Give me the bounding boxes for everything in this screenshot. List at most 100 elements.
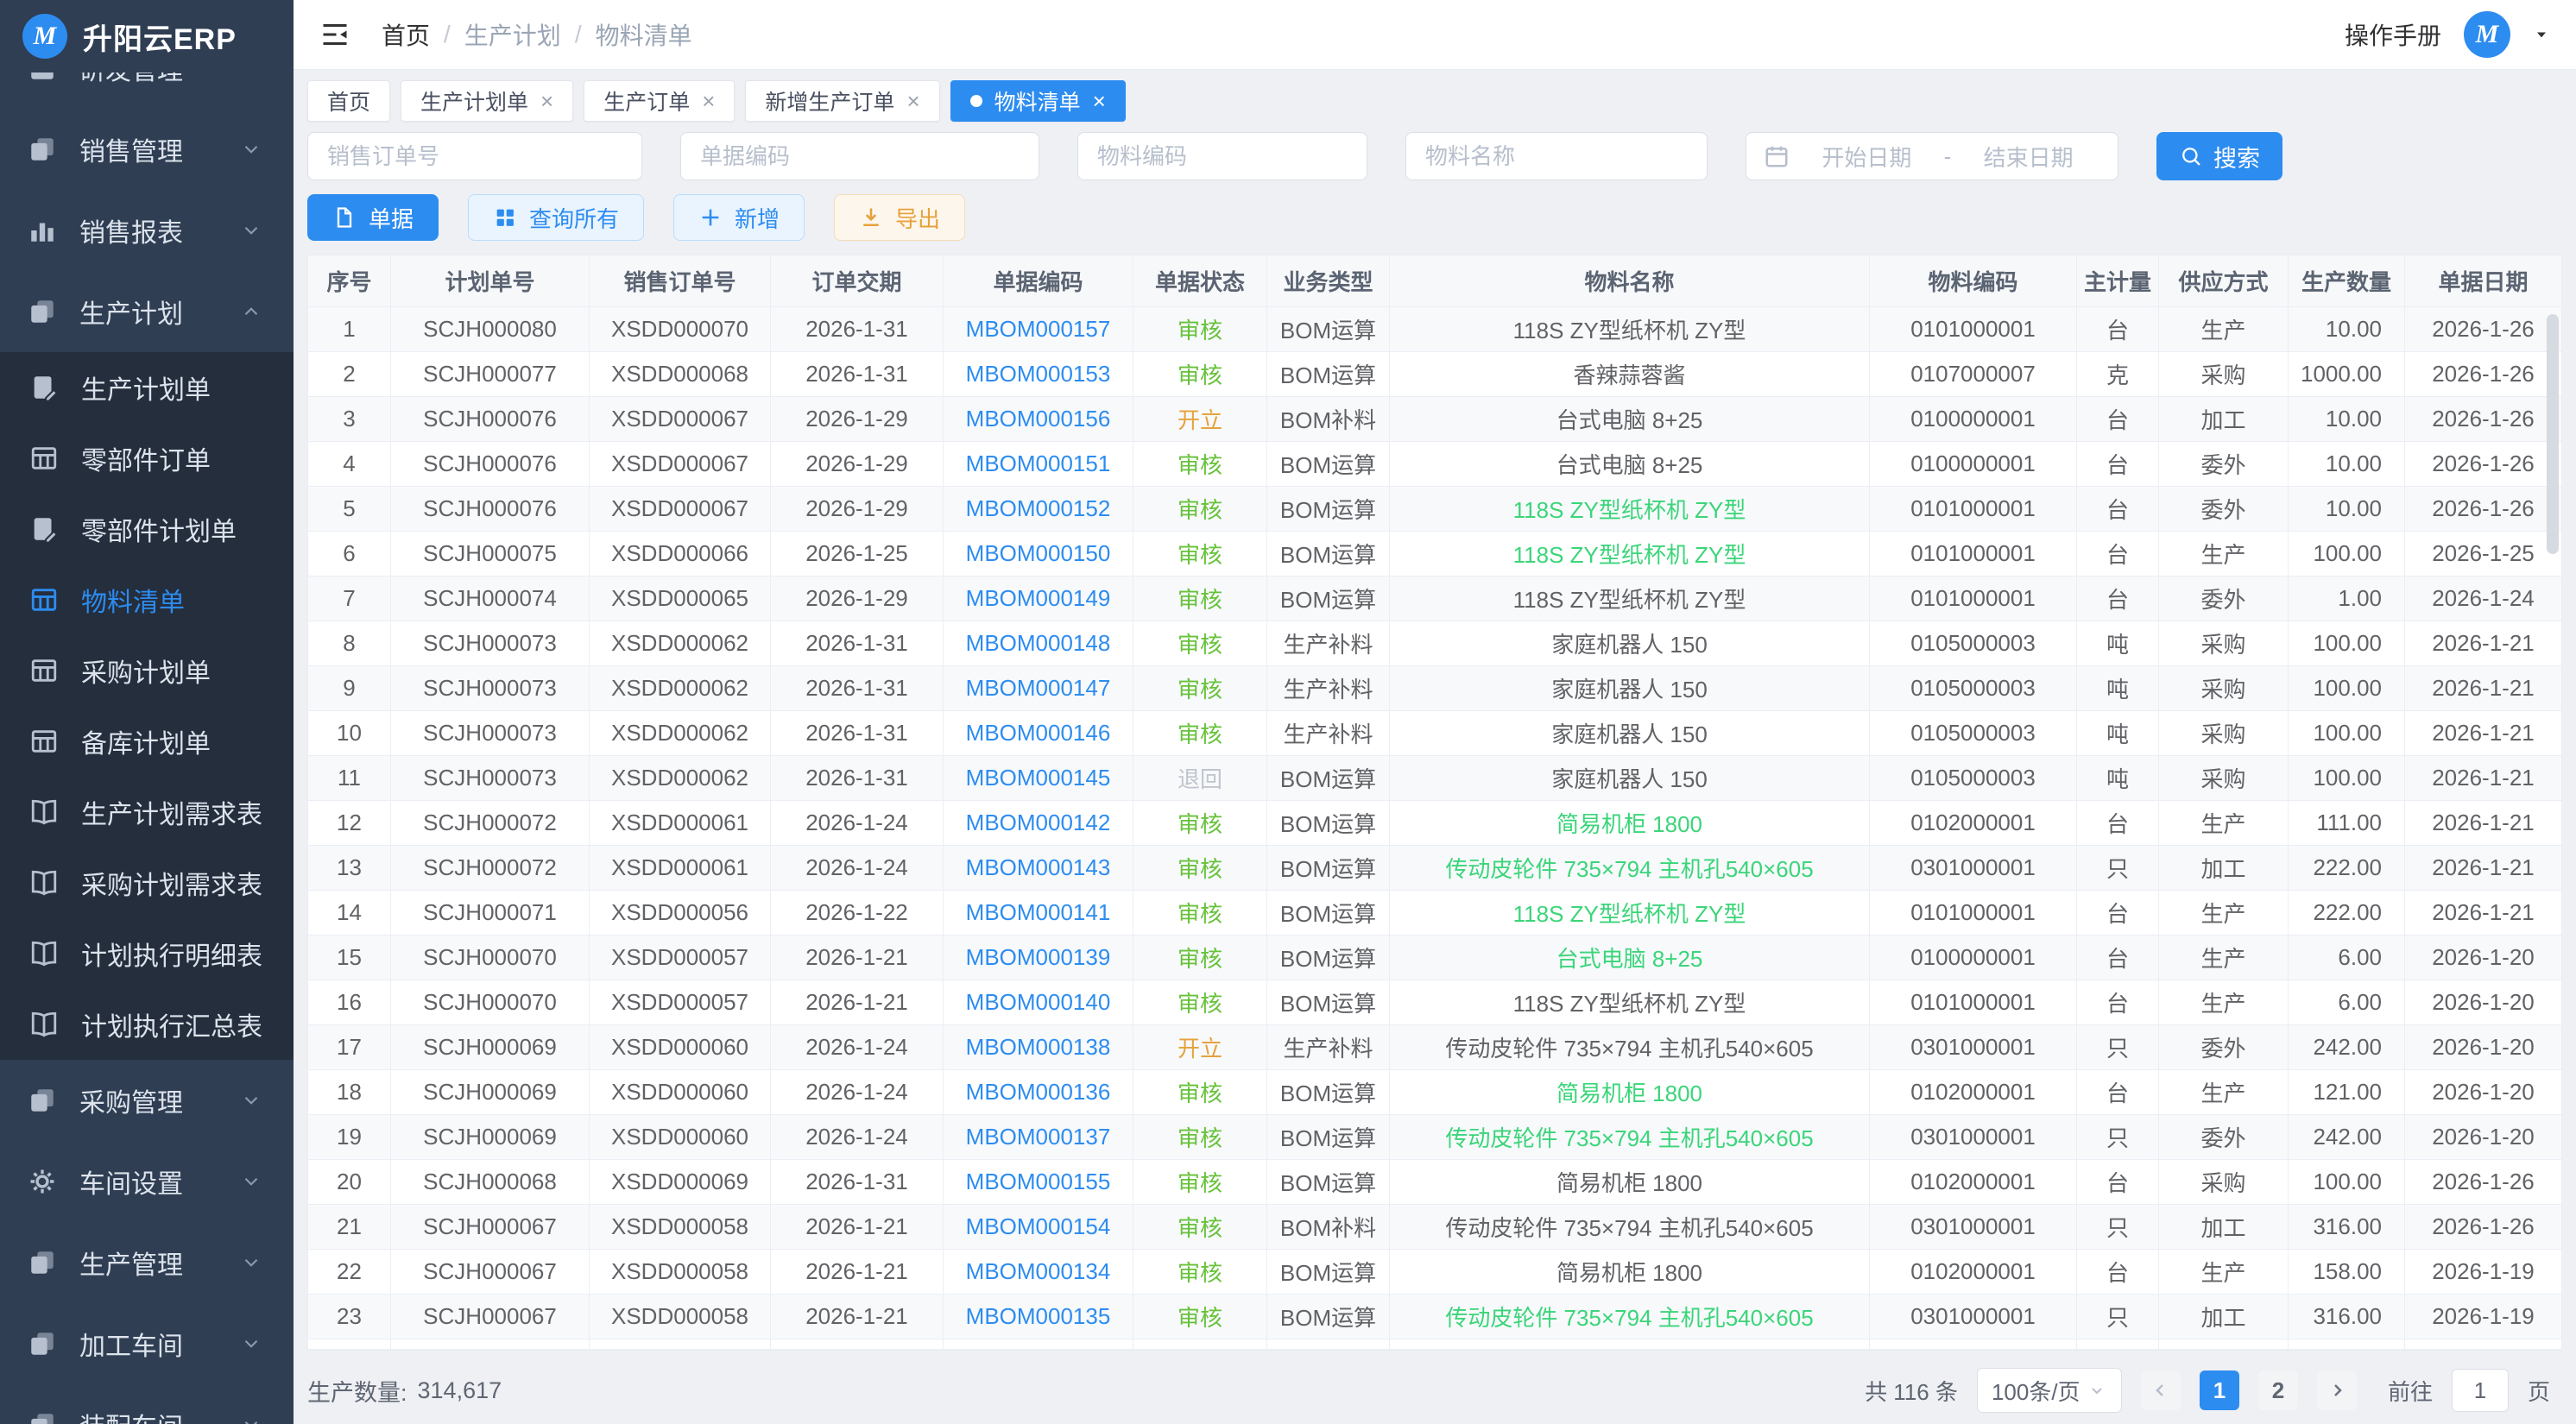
cell-plan-no: SCJH000069 [391, 1070, 590, 1115]
cell-doc-code[interactable]: MBOM000136 [944, 1070, 1133, 1115]
select-caret-icon [2087, 1380, 2107, 1401]
sidebar-subitem[interactable]: 计划执行明细表 [0, 918, 294, 989]
sidebar-subitem[interactable]: 计划执行汇总表 [0, 989, 294, 1060]
next-page-button[interactable] [2317, 1370, 2357, 1410]
sidebar-subitem[interactable]: 生产计划单 [0, 352, 294, 423]
cell-plan-no: SCJH000074 [391, 577, 590, 621]
cell-doc-code[interactable]: MBOM000145 [944, 756, 1133, 801]
export-button[interactable]: 导出 [834, 194, 965, 241]
cell-sale-no: XSDD000067 [590, 397, 771, 442]
prev-page-button[interactable] [2141, 1370, 2181, 1410]
sidebar-subitem[interactable]: 零部件计划单 [0, 494, 294, 564]
tab-item[interactable]: 首页 [307, 80, 390, 122]
cell-doc-code[interactable]: MBOM000140 [944, 980, 1133, 1025]
cell-unit: 台 [2077, 891, 2159, 936]
material-name-input[interactable] [1405, 132, 1708, 180]
cell-doc-code[interactable]: MBOM000151 [944, 442, 1133, 487]
chevron-down-icon [240, 1251, 262, 1274]
cell-qty: 10.00 [2289, 307, 2405, 352]
search-button[interactable]: 搜索 [2156, 132, 2282, 180]
date-range-picker[interactable]: 开始日期 - 结束日期 [1746, 132, 2118, 180]
sidebar-group-item[interactable]: 研发管理 [0, 72, 294, 109]
sidebar-subitem[interactable]: 生产计划需求表 [0, 777, 294, 847]
table-scrollbar[interactable] [2547, 314, 2559, 554]
cell-doc-code[interactable]: MBOM000138 [944, 1025, 1133, 1070]
cell-doc-date: 2026-1-21 [2405, 891, 2561, 936]
material-code-input[interactable] [1077, 132, 1367, 180]
cell-doc-code[interactable]: MBOM000146 [944, 711, 1133, 756]
book-icon [29, 939, 59, 968]
sidebar-group-item[interactable]: 装配车间 [0, 1384, 294, 1424]
sidebar-subitem[interactable]: 备库计划单 [0, 706, 294, 777]
cell-biz-type: BOM运算 [1267, 846, 1390, 891]
sidebar-subitem[interactable]: 零部件订单 [0, 423, 294, 494]
document-button[interactable]: 单据 [307, 194, 439, 241]
tab-close-icon[interactable]: × [906, 90, 919, 112]
cell-mat-code: 0100000001 [1870, 936, 2077, 980]
chevron-down-icon [240, 1089, 262, 1112]
cell-doc-code[interactable]: MBOM000148 [944, 621, 1133, 666]
page-button-2[interactable]: 2 [2258, 1370, 2298, 1410]
cell-qty: 121.00 [2289, 1070, 2405, 1115]
date-separator: - [1944, 143, 1952, 170]
page-button-1[interactable]: 1 [2200, 1370, 2239, 1410]
user-avatar[interactable]: M [2464, 11, 2510, 58]
breadcrumb-home[interactable]: 首页 [382, 17, 430, 52]
cell-doc-code[interactable]: MBOM000153 [944, 352, 1133, 397]
sidebar-group-item[interactable]: 销售报表 [0, 190, 294, 271]
sale-order-no-input[interactable] [307, 132, 642, 180]
cell-doc-code[interactable]: MBOM000152 [944, 487, 1133, 532]
manual-link[interactable]: 操作手册 [2345, 17, 2441, 52]
cell-doc-code[interactable]: MBOM000150 [944, 532, 1133, 577]
cell-supply: 采购 [2159, 621, 2289, 666]
goto-page-input[interactable] [2452, 1369, 2509, 1412]
cell-plan-no: SCJH000080 [391, 307, 590, 352]
sidebar-group-item[interactable]: 销售管理 [0, 109, 294, 190]
table-row: 6SCJH000075XSDD0000662026-1-25MBOM000150… [308, 532, 2561, 577]
sidebar-subitem[interactable]: 采购计划需求表 [0, 847, 294, 918]
query-all-button[interactable]: 查询所有 [468, 194, 644, 241]
cell-supply: 委外 [2159, 1025, 2289, 1070]
cell-doc-code[interactable]: MBOM000157 [944, 307, 1133, 352]
cell-doc-code[interactable]: MBOM000155 [944, 1160, 1133, 1205]
cell-doc-code[interactable]: MBOM000141 [944, 891, 1133, 936]
tab-item[interactable]: 生产订单× [584, 80, 735, 122]
cell-doc-code[interactable]: MBOM000137 [944, 1115, 1133, 1160]
cell-doc-code[interactable]: MBOM000147 [944, 666, 1133, 711]
user-menu-caret-icon[interactable] [2533, 26, 2550, 43]
sidebar-group-item[interactable]: 采购管理 [0, 1060, 294, 1141]
cell-doc-code[interactable]: MBOM000134 [944, 1250, 1133, 1295]
tab-close-icon[interactable]: × [1093, 90, 1106, 112]
cell-qty: 10.00 [2289, 487, 2405, 532]
cell-doc-code[interactable]: MBOM000156 [944, 397, 1133, 442]
cell-empty [1390, 1339, 1870, 1350]
tab-close-icon[interactable]: × [540, 90, 553, 112]
cell-doc-code[interactable]: MBOM000154 [944, 1205, 1133, 1250]
date-start-placeholder[interactable]: 开始日期 [1795, 141, 1939, 173]
sidebar-group-item[interactable]: 加工车间 [0, 1303, 294, 1384]
cell-plan-no: SCJH000076 [391, 442, 590, 487]
menu-fold-icon[interactable] [319, 19, 350, 50]
active-tab-dot-icon [970, 95, 982, 107]
sidebar-group-item[interactable]: 生产管理 [0, 1222, 294, 1303]
cell-doc-code[interactable]: MBOM000139 [944, 936, 1133, 980]
sidebar-item-material-list[interactable]: 物料清单 [0, 564, 294, 635]
sidebar-group-item[interactable]: 车间设置 [0, 1141, 294, 1222]
tab-item[interactable]: 新增生产订单× [745, 80, 939, 122]
tab-close-icon[interactable]: × [702, 90, 715, 112]
page-size-select[interactable]: 100条/页 [1977, 1368, 2122, 1413]
cell-doc-code[interactable]: MBOM000143 [944, 846, 1133, 891]
add-button[interactable]: 新增 [673, 194, 805, 241]
cell-doc-code[interactable]: MBOM000142 [944, 801, 1133, 846]
cell-doc-code[interactable]: MBOM000149 [944, 577, 1133, 621]
breadcrumb-production-plan[interactable]: 生产计划 [464, 17, 561, 52]
cell-doc-code[interactable]: MBOM000135 [944, 1295, 1133, 1339]
cell-status: 开立 [1133, 1025, 1267, 1070]
sidebar-subitem[interactable]: 采购计划单 [0, 635, 294, 706]
sidebar-group-item[interactable]: 生产计划 [0, 271, 294, 352]
date-end-placeholder[interactable]: 结束日期 [1956, 141, 2100, 173]
topbar-right: 操作手册 M [2345, 11, 2550, 58]
doc-code-input[interactable] [680, 132, 1039, 180]
tab-material-list[interactable]: 物料清单× [950, 80, 1126, 122]
tab-item[interactable]: 生产计划单× [401, 80, 573, 122]
